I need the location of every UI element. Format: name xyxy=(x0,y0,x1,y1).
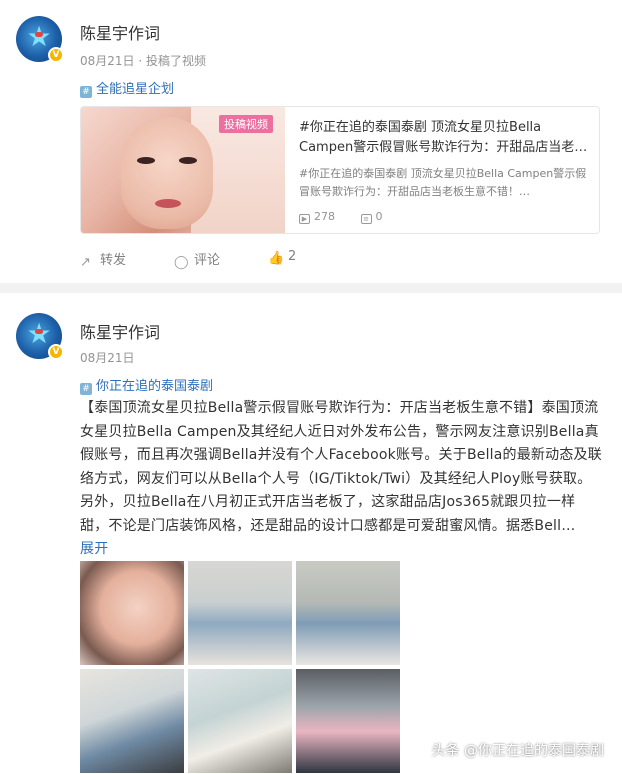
topic-link[interactable]: # 你正在追的泰国泰剧 xyxy=(80,375,213,395)
topic-hash-icon: # xyxy=(80,383,92,395)
grid-image[interactable] xyxy=(296,669,400,773)
star-avatar-icon: ★ xyxy=(24,319,54,349)
watermark: 头条 @你正在追的泰国泰剧 xyxy=(431,743,604,759)
comment-button[interactable]: ◯ 评论 xyxy=(174,249,220,270)
comment-icon: ◯ xyxy=(174,255,189,270)
post-body: 【泰国顶流女星贝拉Bella警示假冒账号欺诈行为：开店当老板生意不错】泰国顶流女… xyxy=(80,400,602,557)
grid-image[interactable] xyxy=(80,669,184,773)
thumb-up-icon: 👍 xyxy=(268,251,285,266)
comment-count-icon: ≡ xyxy=(360,214,372,224)
grid-image[interactable] xyxy=(188,561,292,665)
video-description: #你正在追的泰国泰剧 顶流女星贝拉Bella Campen警示假冒账号欺诈行为：… xyxy=(299,167,587,198)
expand-link[interactable]: 展开 xyxy=(80,541,108,557)
grid-image[interactable] xyxy=(80,561,184,665)
verified-badge-icon: V xyxy=(48,47,64,63)
share-icon: ↗ xyxy=(80,255,91,270)
verified-badge-icon: V xyxy=(48,344,64,360)
share-button[interactable]: ↗ 转发 xyxy=(80,249,126,270)
like-button[interactable]: 👍 2 xyxy=(268,249,296,266)
video-stats: ▶ 278 ≡ 0 xyxy=(299,210,405,224)
topic-hash-icon: # xyxy=(80,86,92,98)
author-name[interactable]: 陈星宇作词 xyxy=(80,20,160,44)
video-badge: 投稿视频 xyxy=(219,115,273,133)
feed-card-1: ★ V 陈星宇作词 08月21日 · 投稿了视频 #全能追星企划 投稿视频 #你… xyxy=(0,0,622,283)
feed-card-2: ★ V 陈星宇作词 08月21日 #你正在追的泰国泰剧 【泰国顶流女星贝拉Bel… xyxy=(0,293,622,774)
post-meta: 08月21日 · 投稿了视频 xyxy=(80,54,206,68)
play-count-icon: ▶ xyxy=(299,214,310,224)
topic-link[interactable]: # 全能追星企划 xyxy=(80,78,174,98)
grid-image[interactable] xyxy=(296,561,400,665)
grid-image[interactable] xyxy=(188,669,292,773)
author-name[interactable]: 陈星宇作词 xyxy=(80,319,160,343)
star-avatar-icon: ★ xyxy=(24,22,54,52)
video-repost-card[interactable]: 投稿视频 #你正在追的泰国泰剧 顶流女星贝拉Bella Campen警示假冒账号… xyxy=(80,106,600,234)
post-meta: 08月21日 xyxy=(80,351,135,365)
video-thumbnail[interactable]: 投稿视频 xyxy=(81,107,285,233)
video-title[interactable]: #你正在追的泰国泰剧 顶流女星贝拉Bella Campen警示假冒账号欺诈行为：… xyxy=(299,118,591,158)
